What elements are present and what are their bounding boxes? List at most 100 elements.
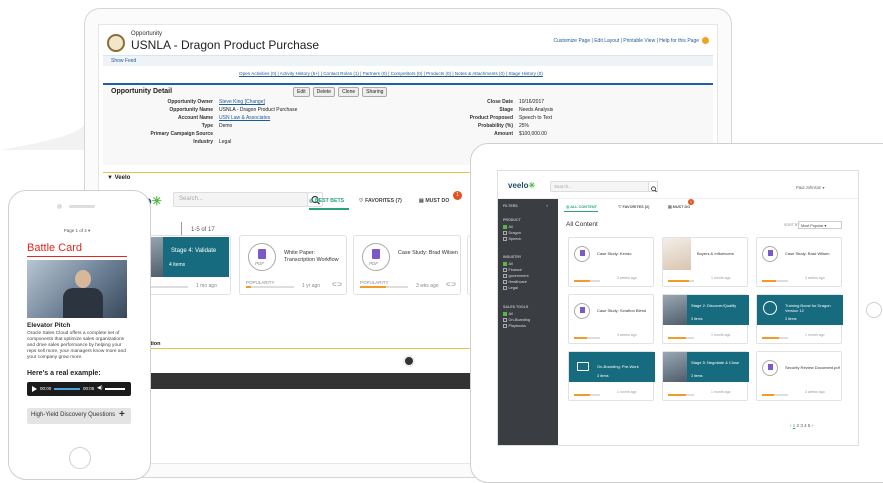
phone-camera [57,204,62,209]
folder-icon [577,362,589,371]
sharing-button[interactable]: Sharing [362,87,388,97]
field-row: Probability (%) 25% [477,123,530,129]
search-input[interactable]: Search... [173,192,308,207]
tablet-screen: veelo✳ Search... Paul Johnson ▾ FILTERS … [497,170,859,446]
all-content-heading: All Content [566,221,598,228]
loading-spinner-icon [403,355,415,367]
filter-industry-healthcare[interactable]: Healthcare [503,280,527,284]
field-row: Type Demo [201,123,233,129]
field-row: Primary Campaign Source [150,131,213,137]
stage-card-teal[interactable]: Stage 4: Validate 4 items [145,237,229,277]
search-input[interactable]: Search... [550,181,650,192]
filter-industry-legal[interactable]: Legal [503,286,518,290]
detail-buttons: Edit Delete Clone Sharing [293,87,388,97]
tab-all-content[interactable]: ◎ ALL CONTENT [566,204,597,209]
pager-page-1[interactable]: 1 [793,423,796,428]
filter-product-all[interactable]: All [503,225,513,229]
card-photo [663,352,687,382]
tablet-card[interactable]: Case Study: Kendo 3 weeks ago [568,237,654,287]
top-links[interactable]: Customize Page | Edit Layout | Printable… [553,37,709,44]
filter-industry-finance[interactable]: Finance [503,268,522,272]
volume-icon[interactable]: ◀) [97,385,103,391]
example-heading: Here's a real example: [27,370,101,377]
field-row: Product Proposed Speech to Text [469,115,552,121]
filter-tools-playbooks[interactable]: Playbooks [503,324,526,328]
tablet-card[interactable]: Case Study: Scrafton Blend 3 weeks ago [568,294,654,344]
filter-product-speech[interactable]: Speech [503,237,521,241]
veelo-section-toggle[interactable]: ▼ Veelo [107,175,130,181]
card-photo [663,295,687,325]
tab-best-bets[interactable]: ◎ BEST BETS [309,198,344,204]
help-icon[interactable] [702,37,709,44]
field-row: Amount $100,000.00 [494,131,547,137]
pdf-icon [574,303,590,319]
audio-player[interactable]: 00:00 00:05 ◀) [27,382,131,396]
pager-page-4[interactable]: 4 [804,423,807,428]
must-do-badge: 1 [453,191,462,200]
pager-page-5[interactable]: 5 [808,423,811,428]
clone-button[interactable]: Clone [338,87,360,97]
content-card-case-study[interactable]: PDF Case Study: Brad Wilsen POPULARITY 3… [353,235,461,295]
related-list-links[interactable]: Open Activities (0) | Activity History (… [239,71,543,76]
pdf-icon: PDF [248,243,276,271]
volume-slider[interactable] [105,388,125,390]
pager-page-2[interactable]: 2 [797,423,800,428]
field-row: Opportunity Owner Steve King [Change] [167,99,265,105]
owner-link[interactable]: Steve King [Change] [213,99,265,105]
link-icon[interactable]: ⊂⊃ [332,281,342,288]
phone-speaker [69,205,95,208]
spark-icon: ✳ [151,194,162,208]
play-icon[interactable] [32,386,37,392]
popularity-bar [360,286,408,288]
field-row: Close Date 10/16/2017 [487,99,545,105]
audio-duration: 00:05 [83,386,95,391]
content-card-white-paper[interactable]: PDF White Paper: Transcription Workflow … [239,235,347,295]
tablet-card[interactable]: On-Boarding: Pre-Work 3 items 1 month ag… [568,351,655,401]
tablet-card[interactable]: Buyers & Influencers 1 month ago [662,237,748,287]
card-photo [663,238,691,270]
pager-page-3[interactable]: 3 [800,423,803,428]
account-link[interactable]: USN Law & Associates [213,115,270,121]
title-underline [27,256,127,257]
search-icon[interactable] [648,181,658,193]
user-menu[interactable]: Paul Johnson ▾ [796,185,825,190]
page-title: USNLA - Dragon Product Purchase [131,38,320,52]
tab-must-do[interactable]: ▤ MUST DO [419,198,449,204]
plus-icon: + [119,409,125,420]
pager-prev[interactable]: ‹ [790,423,792,428]
pdf-icon: PDF [362,243,390,271]
discovery-questions-button[interactable]: High-Yield Discovery Questions + [27,408,131,424]
page-indicator[interactable]: Page 1 of 4 ▾ [19,228,135,234]
audio-progress-track[interactable] [54,388,80,390]
elevator-pitch-text: Oracle Sales Cloud offers a complete set… [27,331,126,360]
elevator-pitch-heading: Elevator Pitch [27,322,71,329]
active-tab-indicator [309,208,349,210]
top-links-text[interactable]: Customize Page | Edit Layout | Printable… [553,38,699,44]
collapse-icon[interactable]: « [546,203,548,208]
tablet-card[interactable]: Training Boost for Dragon Version 12 3 i… [756,294,843,344]
phone-home-button[interactable] [69,447,91,469]
tablet-home-button[interactable] [866,302,882,318]
delete-button[interactable]: Delete [312,87,336,97]
tablet-card[interactable]: Security Review Document.pdf 3 weeks ago [756,351,842,401]
edit-button[interactable]: Edit [293,87,310,97]
tab-favorites[interactable]: ♡ FAVORITES (2) [618,204,649,209]
filter-tools-onboarding[interactable]: On-Boarding [503,318,530,322]
tab-favorites[interactable]: ♡ FAVORITES (7) [359,198,402,204]
sort-select[interactable]: Most Popular ▾ [798,221,842,229]
tablet-card[interactable]: Stage 5: Negotiate & Close 3 items 1 mon… [662,351,749,401]
audio-current-time: 00:00 [40,386,52,391]
show-feed-link[interactable]: Show Feed [111,58,136,64]
link-icon[interactable]: ⊂⊃ [446,281,456,288]
field-row: Opportunity Name USNLA - Dragon Product P… [169,107,298,113]
filter-tools-all[interactable]: All [503,312,513,316]
filter-product-dragon[interactable]: Dragon [503,231,521,235]
tab-must-do[interactable]: ▤ MUST DO [668,204,690,209]
tablet-card[interactable]: Case Study: Brad Wilsen 3 weeks ago [756,237,842,287]
tablet-topbar: veelo✳ Search... Paul Johnson ▾ [498,171,858,199]
filter-industry-government[interactable]: government [503,274,529,278]
pager-next[interactable]: › [812,423,814,428]
filter-industry-all[interactable]: All [503,262,513,266]
tablet-card[interactable]: Stage 2: Discover/Qualify 3 items 1 mont… [662,294,749,344]
popularity-bar [246,286,294,288]
